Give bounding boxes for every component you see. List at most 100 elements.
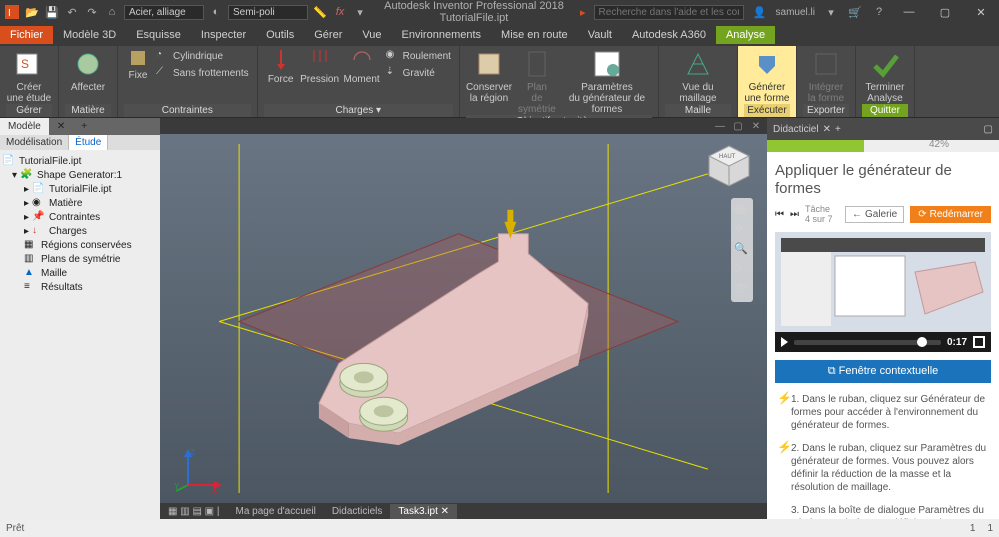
tutorial-first-icon[interactable]: ⏮: [775, 209, 784, 220]
redemarrer-button[interactable]: ⟳Redémarrer: [910, 206, 991, 223]
status-page-b: 1: [987, 523, 993, 534]
ribbon-group-contraintes: Fixe ◔Cylindrique ⟋Sans frottements Cont…: [118, 46, 258, 117]
fx-icon[interactable]: fx: [332, 4, 348, 20]
tab-miseenroute[interactable]: Mise en route: [491, 26, 578, 44]
save-icon[interactable]: 💾: [44, 4, 60, 20]
tab-analyse[interactable]: Analyse: [716, 26, 775, 44]
fixe-button[interactable]: Fixe: [124, 48, 152, 81]
sans-frottements-button[interactable]: ⟋Sans frottements: [154, 65, 251, 81]
tree-resultats: ≡Résultats: [2, 280, 158, 294]
redo-icon[interactable]: ↷: [84, 4, 100, 20]
spacer-icon: [777, 504, 785, 519]
help-icon[interactable]: ?: [871, 4, 887, 20]
group-label-matiere: Matière: [65, 104, 111, 117]
nav-bar[interactable]: ⬤ ✥ 🔍 ⟳ 👁: [731, 198, 753, 302]
tutorial-video[interactable]: 0:17: [775, 232, 991, 352]
plan-symetrie-button[interactable]: Plan de symétrie: [514, 48, 560, 115]
subtab-etude[interactable]: Étude: [69, 135, 108, 150]
tab-fichier[interactable]: Fichier: [0, 26, 53, 44]
nav-wheel-icon[interactable]: ⬤: [734, 202, 750, 218]
tab-esquisse[interactable]: Esquisse: [126, 26, 191, 44]
undo-icon[interactable]: ↶: [64, 4, 80, 20]
vp-tabs-icons[interactable]: ▦ ▥ ▤ ▣ |: [160, 504, 228, 519]
affecter-button[interactable]: Affecter: [65, 48, 111, 93]
step-3: 3. Dans la boîte de dialogue Paramètres …: [777, 504, 989, 519]
ribbon-group-executer: Générer une forme Exécuter: [738, 46, 797, 117]
tutorial-next-icon[interactable]: ⏭: [790, 209, 799, 220]
fenetre-contextuelle-button[interactable]: ⧉ Fenêtre contextuelle: [775, 360, 991, 383]
generer-forme-button[interactable]: Générer une forme: [744, 48, 790, 104]
nav-pan-icon[interactable]: ✥: [734, 222, 750, 238]
tutorial-tab-add-icon[interactable]: +: [835, 124, 841, 135]
help-search-input[interactable]: [594, 5, 744, 20]
close-button[interactable]: ✕: [967, 3, 995, 21]
measure-icon[interactable]: 📏: [312, 4, 328, 20]
viewport-header: — ▢ ✕: [160, 118, 767, 134]
model-tab-close-icon[interactable]: ✕: [49, 118, 73, 135]
open-icon[interactable]: 📂: [24, 4, 40, 20]
bolt-icon: ⚡: [777, 393, 785, 432]
model-tree[interactable]: 📄TutorialFile.ipt ▾🧩Shape Generator:1 ▸📄…: [0, 150, 160, 519]
tutorial-tab-label[interactable]: Didacticiel: [773, 124, 819, 135]
app-menu-icon[interactable]: I: [4, 4, 20, 20]
tutorial-tab-close-icon[interactable]: ✕: [823, 124, 831, 135]
qat-dropdown-icon[interactable]: ▾: [352, 4, 368, 20]
tab-outils[interactable]: Outils: [256, 26, 304, 44]
roulement-button[interactable]: ◉Roulement: [384, 48, 453, 64]
vp-tab-home[interactable]: Ma page d'accueil: [228, 504, 324, 519]
terminer-analyse-button[interactable]: Terminer Analyse: [862, 48, 908, 104]
parametres-generateur-button[interactable]: Paramètres du générateur de formes: [562, 48, 652, 115]
gravite-button[interactable]: ⇣Gravité: [384, 65, 453, 81]
material-combo[interactable]: [124, 5, 204, 20]
tutorial-panel-close-icon[interactable]: ▢: [984, 124, 993, 135]
tab-gerer[interactable]: Gérer: [304, 26, 352, 44]
ribbon-group-maille: Vue du maillage Maille: [659, 46, 738, 117]
subtab-modelisation[interactable]: Modélisation: [0, 135, 69, 150]
bolt-icon: ⚡: [777, 442, 785, 494]
fullscreen-icon[interactable]: [973, 336, 985, 348]
tab-environnements[interactable]: Environnements: [392, 26, 492, 44]
nav-lookat-icon[interactable]: 👁: [734, 282, 750, 298]
conserver-region-button[interactable]: Conserver la région: [466, 48, 512, 104]
tab-inspecter[interactable]: Inspecter: [191, 26, 256, 44]
tab-vault[interactable]: Vault: [578, 26, 622, 44]
vp-close-icon[interactable]: ✕: [749, 119, 763, 133]
status-page-a: 1: [970, 523, 976, 534]
render-combo[interactable]: [228, 5, 308, 20]
galerie-button[interactable]: ←Galerie: [845, 206, 904, 223]
minimize-button[interactable]: —: [895, 3, 923, 21]
vp-minimize-icon[interactable]: —: [713, 119, 727, 133]
pression-button[interactable]: Pression: [300, 48, 340, 85]
vp-tab-didacticiels[interactable]: Didacticiels: [324, 504, 391, 519]
play-icon[interactable]: [781, 337, 788, 347]
canvas-3d[interactable]: [160, 134, 767, 503]
vp-restore-icon[interactable]: ▢: [731, 119, 745, 133]
home-icon[interactable]: ⌂: [104, 4, 120, 20]
cylindrique-button[interactable]: ◔Cylindrique: [154, 48, 251, 64]
cart-icon[interactable]: 🛒: [847, 4, 863, 20]
nav-orbit-icon[interactable]: ⟳: [734, 262, 750, 278]
view-cube[interactable]: HAUT: [705, 142, 753, 190]
vp-tab-task3[interactable]: Task3.ipt ✕: [390, 504, 457, 519]
model-tab[interactable]: Modèle: [0, 118, 49, 135]
appearance-icon[interactable]: ◐: [208, 4, 224, 20]
moment-button[interactable]: Moment: [342, 48, 382, 85]
video-seek-track[interactable]: [794, 340, 941, 345]
svg-text:S: S: [21, 57, 29, 71]
tab-a360[interactable]: Autodesk A360: [622, 26, 716, 44]
vue-maillage-button[interactable]: Vue du maillage: [665, 48, 731, 104]
signin-icon[interactable]: 👤: [752, 4, 768, 20]
tab-modele3d[interactable]: Modèle 3D: [53, 26, 126, 44]
user-dropdown-icon[interactable]: ▾: [823, 4, 839, 20]
work-area: Modèle ✕ + Modélisation Étude 📄TutorialF…: [0, 118, 999, 519]
user-name[interactable]: samuel.li: [776, 7, 815, 18]
tree-charges: ▸↓Charges: [2, 224, 158, 238]
maximize-button[interactable]: ▢: [931, 3, 959, 21]
force-button[interactable]: Force: [264, 48, 298, 85]
video-seek-knob[interactable]: [917, 337, 927, 347]
model-tab-add-icon[interactable]: +: [73, 118, 95, 135]
tab-vue[interactable]: Vue: [352, 26, 391, 44]
nav-zoom-icon[interactable]: 🔍: [734, 242, 750, 258]
viewport-3d[interactable]: — ▢ ✕: [160, 118, 767, 519]
create-study-button[interactable]: SCréer une étude: [6, 48, 52, 104]
